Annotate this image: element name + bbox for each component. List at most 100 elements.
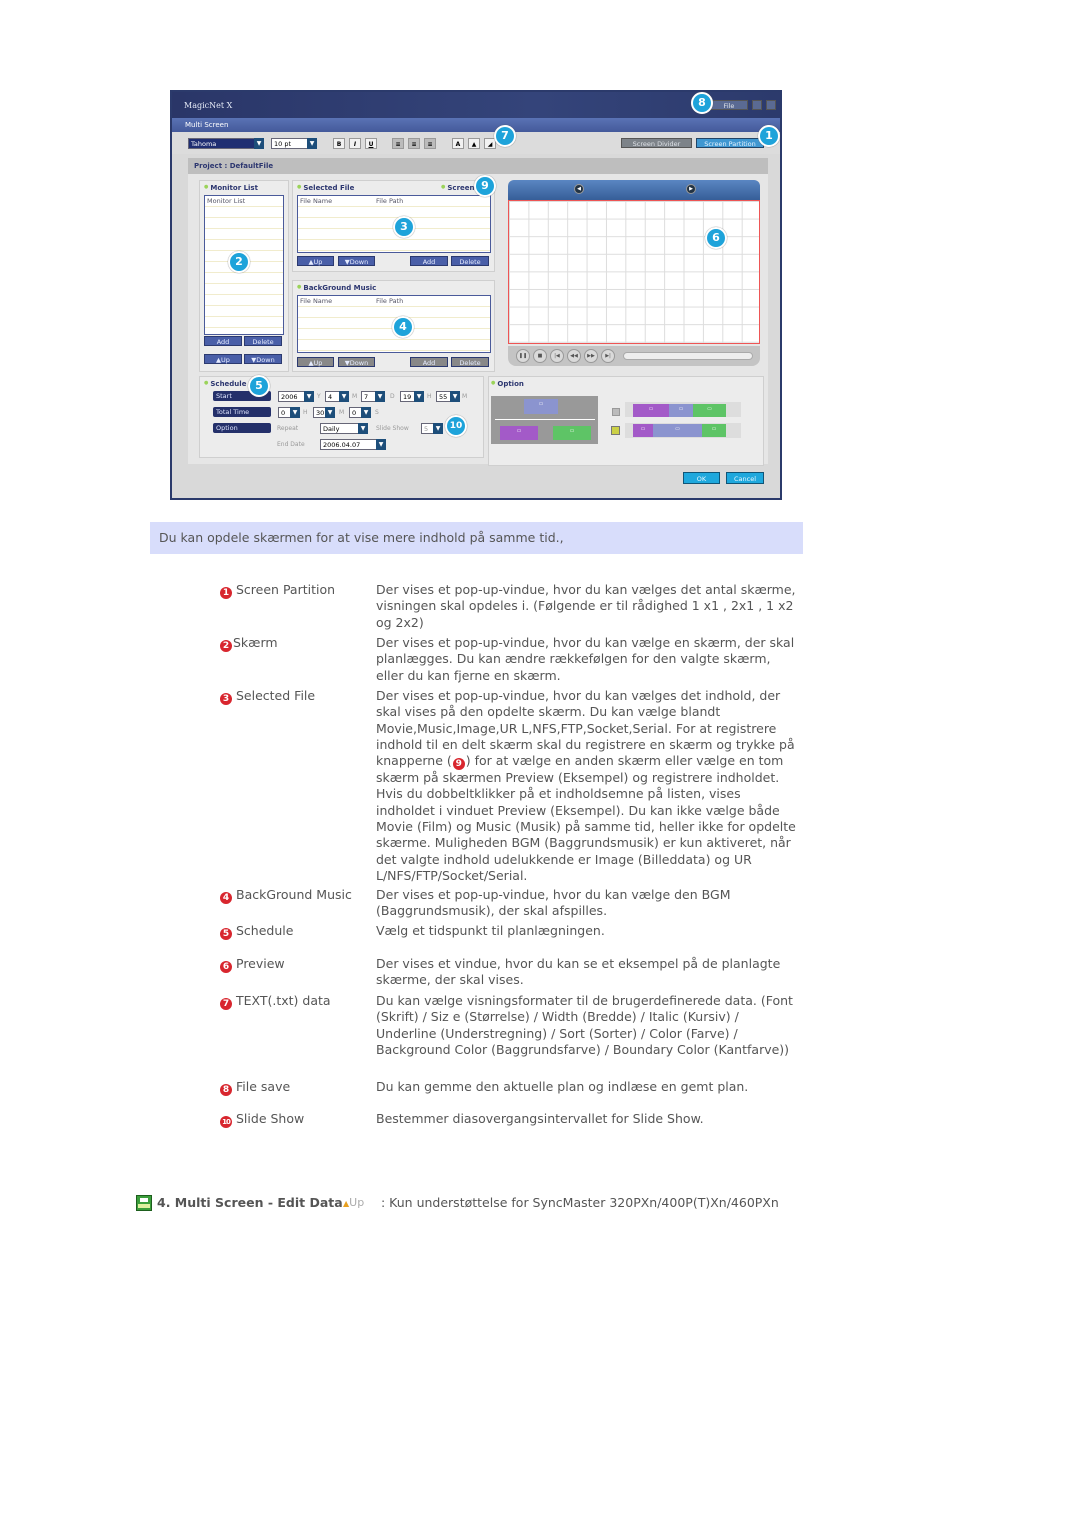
fast-forward-icon[interactable]: ▶▶: [584, 349, 598, 363]
screen-divider-button[interactable]: Screen Divider: [621, 138, 692, 148]
minimize-button[interactable]: [752, 100, 762, 110]
day-unit: D: [390, 393, 395, 400]
up-link[interactable]: ▲Up: [343, 1196, 364, 1209]
repeat-select[interactable]: Daily ▼: [320, 423, 368, 434]
item-desc-background-music: Der vises et pop-up-vindue, hvor du kan …: [376, 887, 731, 919]
option-label: Option: [213, 423, 271, 433]
total-seconds-select[interactable]: 0 ▼: [349, 407, 371, 418]
close-button[interactable]: [766, 100, 776, 110]
monitor-up-button[interactable]: ▲Up: [204, 354, 242, 364]
pause-icon[interactable]: ❚❚: [516, 349, 530, 363]
slide-show-label: Slide Show: [376, 425, 409, 432]
layout-preview: ▭ ▭ ▭: [491, 396, 598, 444]
skip-forward-icon[interactable]: ▶|: [601, 349, 615, 363]
minutes-unit: M: [339, 409, 345, 416]
size-select[interactable]: 10 pt ▼: [271, 138, 317, 149]
underline-button[interactable]: U: [365, 138, 377, 149]
total-hours-select[interactable]: 0 ▼: [278, 407, 300, 418]
layout-radio-1[interactable]: [612, 408, 620, 416]
number-9-icon: 9: [452, 758, 465, 771]
cancel-button[interactable]: Cancel: [726, 472, 764, 484]
file-down-button[interactable]: ▼Down: [338, 256, 375, 266]
total-minutes-select[interactable]: 30 ▼: [313, 407, 335, 418]
bgm-down-button[interactable]: ▼Down: [338, 357, 375, 367]
item-label: Skærm: [233, 635, 278, 650]
monitor-delete-button[interactable]: Delete: [244, 336, 282, 346]
previous-screen-icon[interactable]: ◀: [574, 184, 584, 194]
preview-area[interactable]: [508, 200, 760, 344]
chevron-down-icon: ▼: [376, 439, 386, 450]
minute-select[interactable]: 55 ▼: [436, 391, 460, 402]
hours-unit: H: [303, 409, 308, 416]
bgm-add-button[interactable]: Add: [410, 357, 448, 367]
end-date-label: End Date: [277, 441, 305, 448]
icon-detail: [138, 1204, 150, 1208]
year-select[interactable]: 2006 ▼: [278, 391, 314, 402]
folder-icon: ▭: [693, 404, 726, 417]
monitor-down-button[interactable]: ▼Down: [244, 354, 282, 364]
align-right-icon[interactable]: ≡: [424, 138, 436, 149]
monitor-add-button[interactable]: Add: [204, 336, 242, 346]
slide-show-value: 5: [424, 425, 429, 433]
screen-partition-button[interactable]: Screen Partition: [696, 138, 764, 148]
font-color-icon[interactable]: A: [452, 138, 464, 149]
next-screen-icon[interactable]: ▶: [686, 184, 696, 194]
month-select[interactable]: 4 ▼: [325, 391, 349, 402]
column-file-path: File Path: [376, 197, 404, 205]
ok-button[interactable]: OK: [683, 472, 720, 484]
end-date-value: 2006.04.07: [323, 441, 361, 449]
item-label-text-data: 7 TEXT(.txt) data: [220, 993, 331, 1010]
preview-header: ◀ ▶: [508, 180, 760, 200]
background-color-icon[interactable]: ▲: [468, 138, 480, 149]
layout-option-1[interactable]: ▭ ▭ ▭: [625, 402, 741, 417]
item-label-skaerm: 2 Skærm: [220, 635, 278, 652]
stop-icon[interactable]: ■: [533, 349, 547, 363]
number-3-icon: 3: [220, 693, 232, 705]
option-title: Option: [491, 380, 524, 388]
folder-icon: ▭: [702, 424, 726, 437]
font-value: Tahoma: [191, 140, 217, 148]
callout-10: 10: [445, 415, 467, 437]
size-value: 10 pt: [274, 140, 292, 148]
day-value: 7: [364, 393, 369, 401]
align-center-icon[interactable]: ≡: [408, 138, 420, 149]
progress-slider[interactable]: [623, 352, 753, 360]
bgm-up-button[interactable]: ▲Up: [297, 357, 334, 367]
chevron-down-icon: ▼: [339, 391, 349, 402]
skip-back-icon[interactable]: |◀: [550, 349, 564, 363]
hour-select[interactable]: 19 ▼: [400, 391, 424, 402]
font-select[interactable]: Tahoma ▼: [188, 138, 264, 149]
item-label: Preview: [236, 956, 285, 971]
file-menu-button[interactable]: File: [710, 100, 748, 110]
rewind-icon[interactable]: ◀◀: [567, 349, 581, 363]
item-label-schedule: 5 Schedule: [220, 923, 293, 940]
day-select[interactable]: 7 ▼: [361, 391, 385, 402]
italic-button[interactable]: I: [349, 138, 361, 149]
bgm-delete-button[interactable]: Delete: [451, 357, 489, 367]
align-left-icon[interactable]: ≡: [392, 138, 404, 149]
file-delete-button[interactable]: Delete: [451, 256, 489, 266]
schedule-panel: Schedule Start Total Time Option 2006▼ Y…: [199, 376, 484, 458]
monitor-list-header: Monitor List: [207, 197, 246, 205]
callout-3: 3: [393, 216, 415, 238]
repeat-value: Daily: [323, 425, 340, 433]
number-7-icon: 7: [220, 998, 232, 1010]
bold-button[interactable]: B: [333, 138, 345, 149]
total-seconds-value: 0: [352, 409, 357, 417]
folder-icon: ▭: [553, 426, 591, 440]
slide-show-select[interactable]: 5 ▼: [421, 423, 443, 434]
number-4-icon: 4: [220, 892, 232, 904]
file-up-button[interactable]: ▲Up: [297, 256, 334, 266]
end-date-select[interactable]: 2006.04.07 ▼: [320, 439, 386, 450]
total-hours-value: 0: [281, 409, 286, 417]
folder-icon: ▭: [500, 426, 538, 440]
layout-radio-2[interactable]: [611, 426, 620, 435]
folder-icon: ▭: [669, 404, 693, 417]
item-label-file-save: 8 File save: [220, 1079, 290, 1096]
section-link[interactable]: 4. Multi Screen - Edit Data: [157, 1195, 343, 1210]
layout-option-2[interactable]: ▭ ▭ ▭: [625, 423, 741, 438]
caption-bar: Du kan opdele skærmen for at vise mere i…: [150, 522, 803, 554]
file-add-button[interactable]: Add: [410, 256, 448, 266]
desc-text: ) for at vælge en anden skærm eller vælg…: [376, 753, 796, 883]
item-label: TEXT(.txt) data: [236, 993, 331, 1008]
